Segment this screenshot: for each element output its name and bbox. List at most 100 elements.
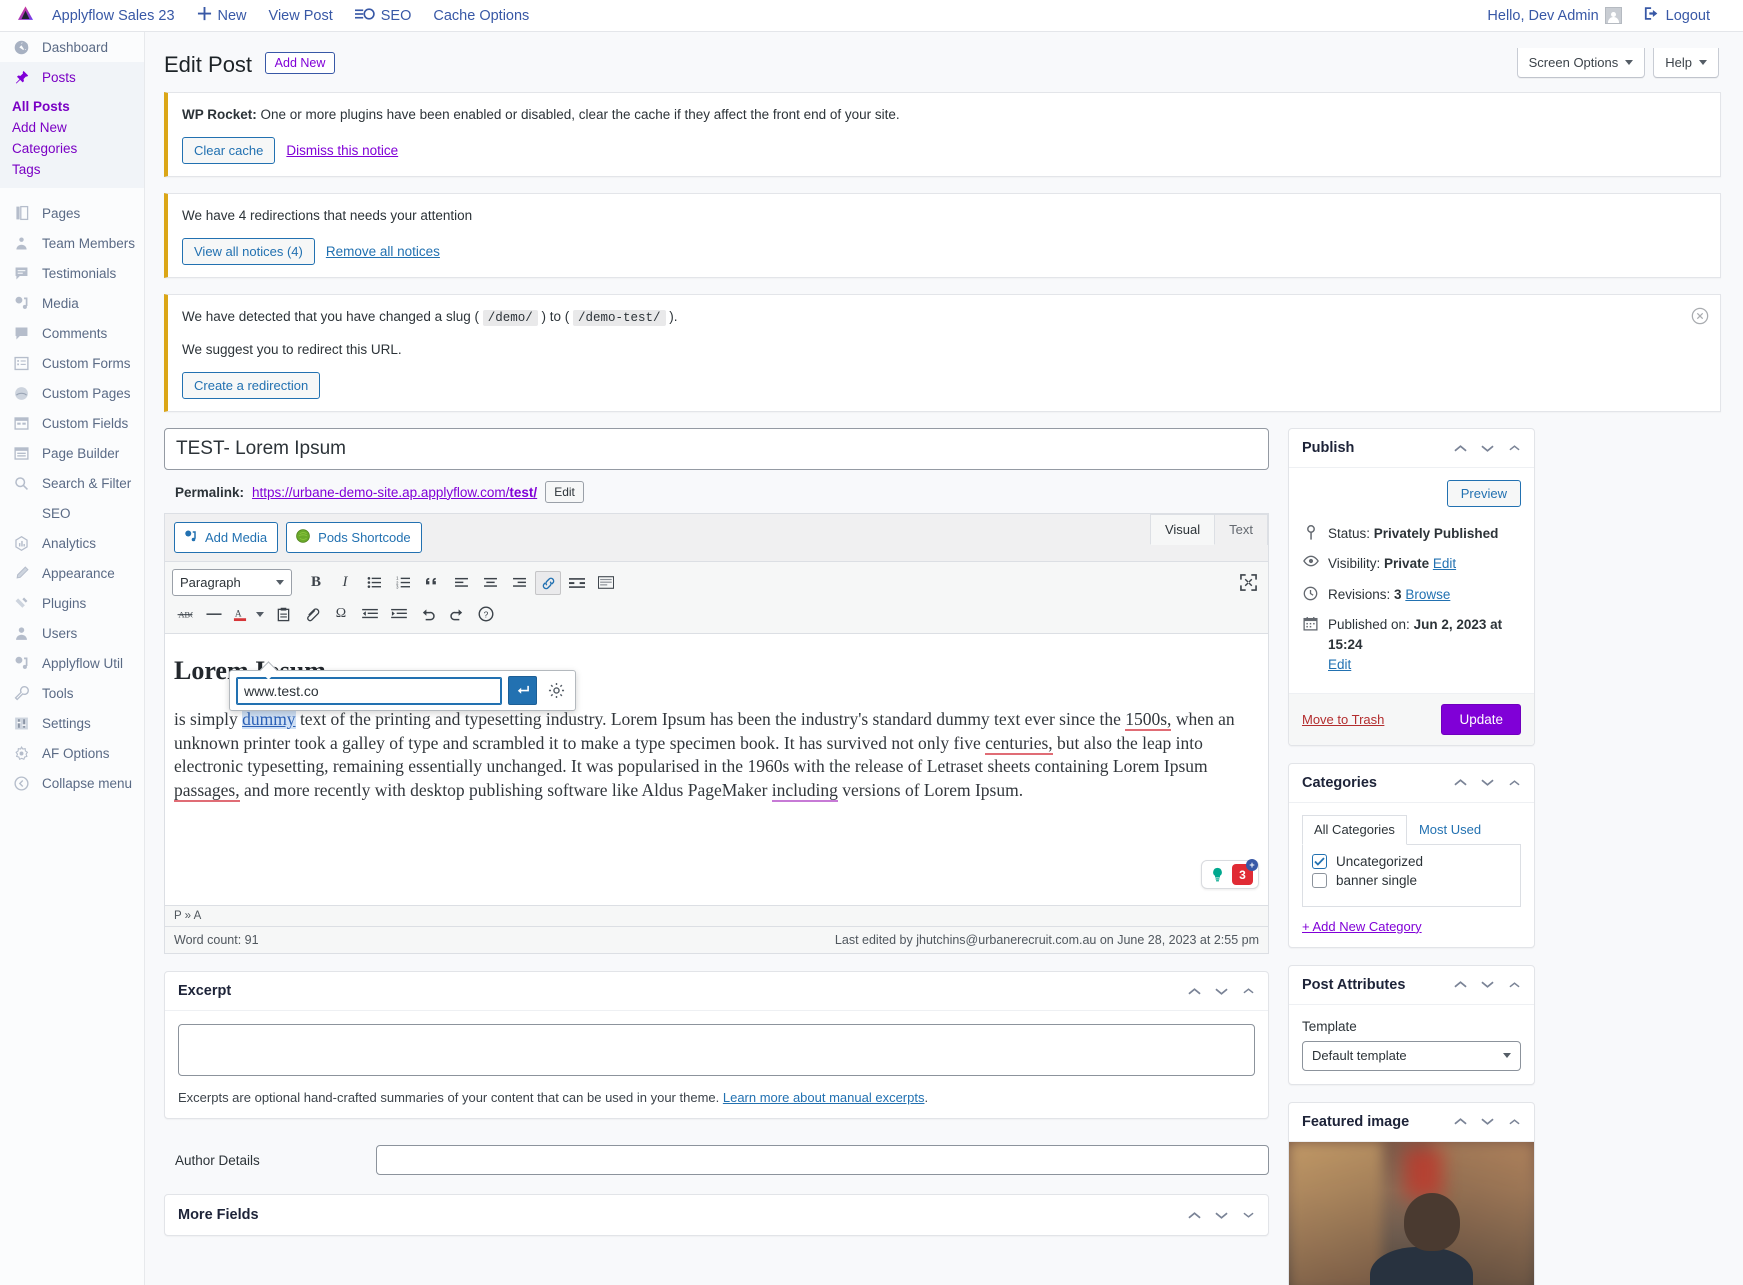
sidebar-item-posts[interactable]: Posts	[0, 62, 144, 92]
toggle-panel-icon[interactable]	[1507, 1115, 1521, 1129]
help-button[interactable]: Help	[1653, 48, 1719, 78]
dismiss-notice-link[interactable]: Dismiss this notice	[286, 143, 398, 158]
update-button[interactable]: Update	[1441, 703, 1521, 735]
tab-visual[interactable]: Visual	[1149, 514, 1216, 546]
author-details-input[interactable]	[376, 1145, 1269, 1176]
indent-button[interactable]	[386, 602, 412, 626]
keyboard-shortcuts-button[interactable]: ?	[473, 602, 499, 626]
sidebar-item-add-new[interactable]: Add New	[0, 117, 144, 138]
link-url-input[interactable]	[236, 676, 502, 705]
notification-badge[interactable]: 3 +	[1232, 859, 1258, 886]
adminbar-cache-options[interactable]: Cache Options	[422, 0, 540, 32]
move-down-icon[interactable]	[1480, 1115, 1494, 1129]
edit-visibility-link[interactable]: Edit	[1433, 556, 1456, 571]
paragraph-format-select[interactable]: Paragraph	[172, 569, 292, 597]
sidebar-item-tools[interactable]: Tools	[0, 678, 144, 708]
link-options-gear-icon[interactable]	[543, 678, 569, 704]
post-title-input[interactable]	[164, 428, 1269, 471]
tab-most-used[interactable]: Most Used	[1407, 815, 1493, 844]
adminbar-logout[interactable]: Logout	[1633, 0, 1721, 32]
text-color-button[interactable]: A	[230, 602, 250, 626]
paste-as-text-button[interactable]	[270, 602, 296, 626]
move-down-icon[interactable]	[1214, 1208, 1228, 1222]
close-icon[interactable]	[1691, 307, 1709, 325]
add-new-button[interactable]: Add New	[264, 52, 336, 74]
bulleted-list-button[interactable]	[361, 571, 387, 595]
sidebar-item-all-posts[interactable]: All Posts	[0, 96, 144, 117]
sidebar-item-media[interactable]: Media	[0, 288, 144, 318]
sidebar-item-applyflow-util[interactable]: Applyflow Util	[0, 648, 144, 678]
template-select[interactable]: Default template	[1302, 1040, 1521, 1071]
move-down-icon[interactable]	[1480, 441, 1494, 455]
adminbar-seo[interactable]: SEO	[344, 0, 423, 32]
edit-published-link[interactable]: Edit	[1328, 657, 1351, 672]
clear-formatting-button[interactable]	[299, 602, 325, 626]
adminbar-view-post[interactable]: View Post	[258, 0, 344, 32]
horizontal-rule-button[interactable]	[201, 602, 227, 626]
insert-read-more-button[interactable]	[564, 571, 590, 595]
move-to-trash-link[interactable]: Move to Trash	[1302, 712, 1384, 727]
toggle-panel-icon[interactable]	[1507, 776, 1521, 790]
wp-logo-button[interactable]	[10, 0, 41, 32]
move-up-icon[interactable]	[1453, 978, 1467, 992]
special-character-button[interactable]: Ω	[328, 602, 354, 626]
toggle-panel-icon[interactable]	[1241, 984, 1255, 998]
move-up-icon[interactable]	[1453, 776, 1467, 790]
browse-revisions-link[interactable]: Browse	[1405, 587, 1450, 602]
category-item-uncategorized[interactable]: Uncategorized	[1312, 852, 1511, 871]
fullscreen-button[interactable]	[1235, 571, 1261, 595]
blockquote-button[interactable]	[419, 571, 445, 595]
clear-cache-button[interactable]: Clear cache	[182, 136, 276, 164]
create-redirection-button[interactable]: Create a redirection	[182, 372, 321, 400]
sidebar-item-dashboard[interactable]: Dashboard	[0, 32, 144, 62]
sidebar-item-team-members[interactable]: Team Members	[0, 228, 144, 258]
screen-options-button[interactable]: Screen Options	[1516, 48, 1646, 78]
view-all-notices-button[interactable]: View all notices (4)	[182, 237, 315, 265]
move-up-icon[interactable]	[1187, 1208, 1201, 1222]
toggle-panel-icon[interactable]	[1507, 441, 1521, 455]
strikethrough-button[interactable]: ABC	[172, 602, 198, 626]
checkbox-unchecked-icon[interactable]	[1312, 872, 1327, 888]
lightbulb-icon[interactable]	[1207, 864, 1227, 885]
featured-image-thumbnail[interactable]	[1289, 1141, 1534, 1285]
undo-button[interactable]	[415, 602, 441, 626]
align-center-button[interactable]	[477, 571, 503, 595]
move-down-icon[interactable]	[1480, 978, 1494, 992]
toggle-panel-icon[interactable]	[1507, 978, 1521, 992]
sidebar-item-analytics[interactable]: Analytics	[0, 528, 144, 558]
adminbar-new-button[interactable]: New	[186, 0, 258, 32]
pods-shortcode-button[interactable]: Pods Shortcode	[286, 522, 422, 554]
bold-button[interactable]: B	[303, 571, 329, 595]
sidebar-item-tags[interactable]: Tags	[0, 159, 144, 180]
sidebar-item-custom-forms[interactable]: Custom Forms	[0, 348, 144, 378]
sidebar-item-custom-pages[interactable]: Custom Pages	[0, 378, 144, 408]
text-color-dropdown[interactable]	[253, 602, 267, 626]
move-down-icon[interactable]	[1480, 776, 1494, 790]
italic-button[interactable]: I	[332, 571, 358, 595]
toggle-panel-icon[interactable]	[1241, 1208, 1255, 1222]
sidebar-item-page-builder[interactable]: Page Builder	[0, 438, 144, 468]
sidebar-item-testimonials[interactable]: Testimonials	[0, 258, 144, 288]
sidebar-item-settings[interactable]: Settings	[0, 708, 144, 738]
outdent-button[interactable]	[357, 602, 383, 626]
sidebar-item-custom-fields[interactable]: Custom Fields	[0, 408, 144, 438]
sidebar-item-categories[interactable]: Categories	[0, 138, 144, 159]
sidebar-item-collapse-menu[interactable]: Collapse menu	[0, 768, 144, 798]
add-media-button[interactable]: Add Media	[174, 522, 279, 554]
preview-button[interactable]: Preview	[1446, 480, 1521, 508]
sidebar-item-search-filter[interactable]: Search & Filter	[0, 468, 144, 498]
category-item-banner-single[interactable]: banner single	[1312, 871, 1511, 890]
sidebar-item-af-options[interactable]: AF Options	[0, 738, 144, 768]
apply-link-button[interactable]	[508, 676, 537, 706]
adminbar-my-account[interactable]: Hello, Dev Admin	[1476, 0, 1632, 32]
selected-link-word[interactable]: dummy	[242, 709, 296, 730]
align-right-button[interactable]	[506, 571, 532, 595]
excerpt-help-link[interactable]: Learn more about manual excerpts	[723, 1090, 925, 1105]
redo-button[interactable]	[444, 602, 470, 626]
add-new-category-link[interactable]: + Add New Category	[1302, 907, 1521, 947]
checkbox-checked-icon[interactable]	[1312, 853, 1327, 869]
toolbar-toggle-button[interactable]	[593, 571, 619, 595]
remove-all-notices-link[interactable]: Remove all notices	[326, 244, 440, 259]
sidebar-item-users[interactable]: Users	[0, 618, 144, 648]
adminbar-site-name[interactable]: Applyflow Sales 23	[41, 0, 186, 32]
